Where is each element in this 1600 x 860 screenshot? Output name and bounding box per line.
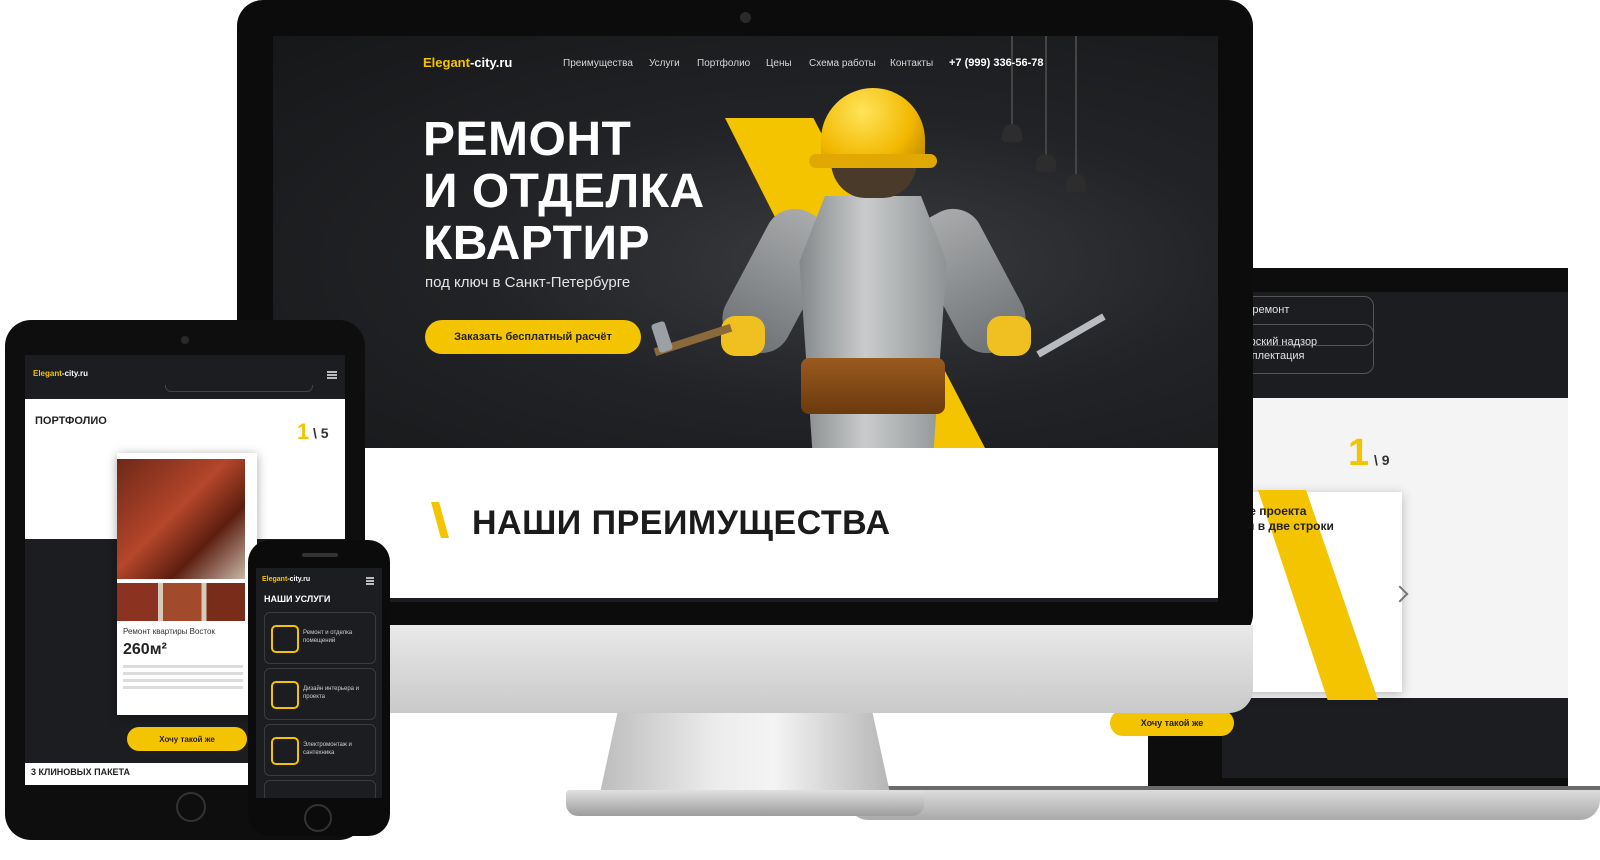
menu-icon[interactable]	[366, 577, 374, 579]
hard-hat-brim	[809, 154, 937, 168]
service-label: Ремонт и отделка помещений	[303, 630, 353, 644]
tool-belt	[801, 358, 945, 414]
service-card[interactable]: Ремонт и отделка помещений	[264, 612, 376, 664]
lamp-icon	[1066, 174, 1086, 192]
design-icon	[271, 681, 299, 709]
speaker-icon	[302, 553, 338, 557]
top-navbar: Elegant-city.ru Преимущества Услуги Порт…	[273, 36, 1218, 88]
glove	[721, 316, 765, 356]
packages-title: 3 КЛИНОВЫХ ПАКЕТА	[31, 767, 130, 777]
phone-logo[interactable]: Elegant-city.ru	[262, 576, 310, 583]
lamp-icon	[1036, 154, 1056, 172]
site-logo[interactable]: Elegant-city.ru	[423, 55, 512, 70]
portfolio-title: ПОРТФОЛИО	[35, 415, 107, 427]
laptop-counter-current: 1	[1348, 432, 1370, 474]
nav-phone[interactable]: +7 (999) 336-56-78	[949, 57, 1043, 69]
logo-main: Elegant	[33, 369, 62, 378]
portfolio-photo[interactable]	[117, 459, 245, 579]
tablet-header-pill	[165, 385, 313, 392]
lamp-icon	[1002, 124, 1022, 142]
logo-main: Elegant	[423, 55, 470, 70]
logo-domain: -city.ru	[469, 55, 513, 70]
hero-title-line: РЕМОНТ	[423, 113, 632, 166]
service-label: Дизайн интерьера и проекта	[303, 686, 360, 700]
home-button[interactable]	[304, 804, 332, 832]
nav-item-workflow[interactable]: Схема работы	[809, 58, 876, 69]
free-estimate-button[interactable]: Заказать бесплатный расчёт	[425, 320, 641, 354]
hero-subtitle: под ключ в Санкт-Петербурге	[425, 274, 631, 291]
service-card[interactable]: Электромонтаж и сантехника	[264, 724, 376, 776]
camera-icon	[740, 12, 751, 23]
phone-website: Elegant-city.ru НАШИ УСЛУГИ Ремонт и отд…	[256, 568, 382, 798]
hero-title-line: И ОТДЕЛКА	[423, 165, 705, 218]
advantages-title: НАШИ ПРЕИМУЩЕСТВА	[472, 504, 891, 542]
nav-item-prices[interactable]: Цены	[766, 58, 792, 69]
desktop-website: Elegant-city.ru Преимущества Услуги Порт…	[273, 36, 1218, 602]
nav-item-portfolio[interactable]: Портфолио	[697, 58, 750, 69]
hero-title: РЕМОНТ И ОТДЕЛКА КВАРТИР	[423, 114, 705, 270]
services-title: НАШИ УСЛУГИ	[264, 594, 331, 604]
laptop-counter-total: \ 9	[1374, 452, 1390, 468]
tools-icon	[271, 625, 299, 653]
service-label: Электромонтаж и сантехника	[303, 742, 352, 756]
laptop-screen: ий ремонт вторский надзор комплектация 1…	[1222, 292, 1568, 778]
laptop-base	[848, 790, 1600, 820]
portfolio-description	[123, 665, 243, 668]
home-button[interactable]	[176, 792, 206, 822]
menu-icon[interactable]	[327, 371, 337, 373]
laptop-cta-button[interactable]: Хочу такой же	[1110, 710, 1234, 736]
camera-icon	[181, 336, 189, 344]
plumbing-icon	[271, 737, 299, 765]
nav-item-contacts[interactable]: Контакты	[890, 58, 933, 69]
portfolio-area: 260м²	[123, 641, 167, 658]
logo-domain: -city.ru	[287, 576, 311, 583]
glove	[987, 316, 1031, 356]
imac-stand-neck	[600, 713, 890, 793]
portfolio-caption: Ремонт квартиры Восток	[123, 627, 215, 636]
nav-item-advantages[interactable]: Преимущества	[563, 58, 633, 69]
logo-domain: -city.ru	[61, 369, 88, 378]
hero-title-line: КВАРТИР	[423, 217, 650, 270]
portfolio-thumbnails[interactable]	[117, 583, 245, 621]
service-card[interactable]	[264, 780, 376, 798]
service-card[interactable]: Дизайн интерьера и проекта	[264, 668, 376, 720]
nav-item-services[interactable]: Услуги	[649, 58, 680, 69]
portfolio-counter-total: \ 5	[313, 425, 329, 441]
tablet-logo[interactable]: Elegant-city.ru	[33, 369, 88, 378]
imac-stand-foot	[566, 790, 924, 816]
tablet-cta-button[interactable]: Хочу такой же	[127, 727, 247, 751]
logo-main: Elegant	[262, 576, 288, 583]
portfolio-counter-current: 1	[297, 419, 310, 444]
